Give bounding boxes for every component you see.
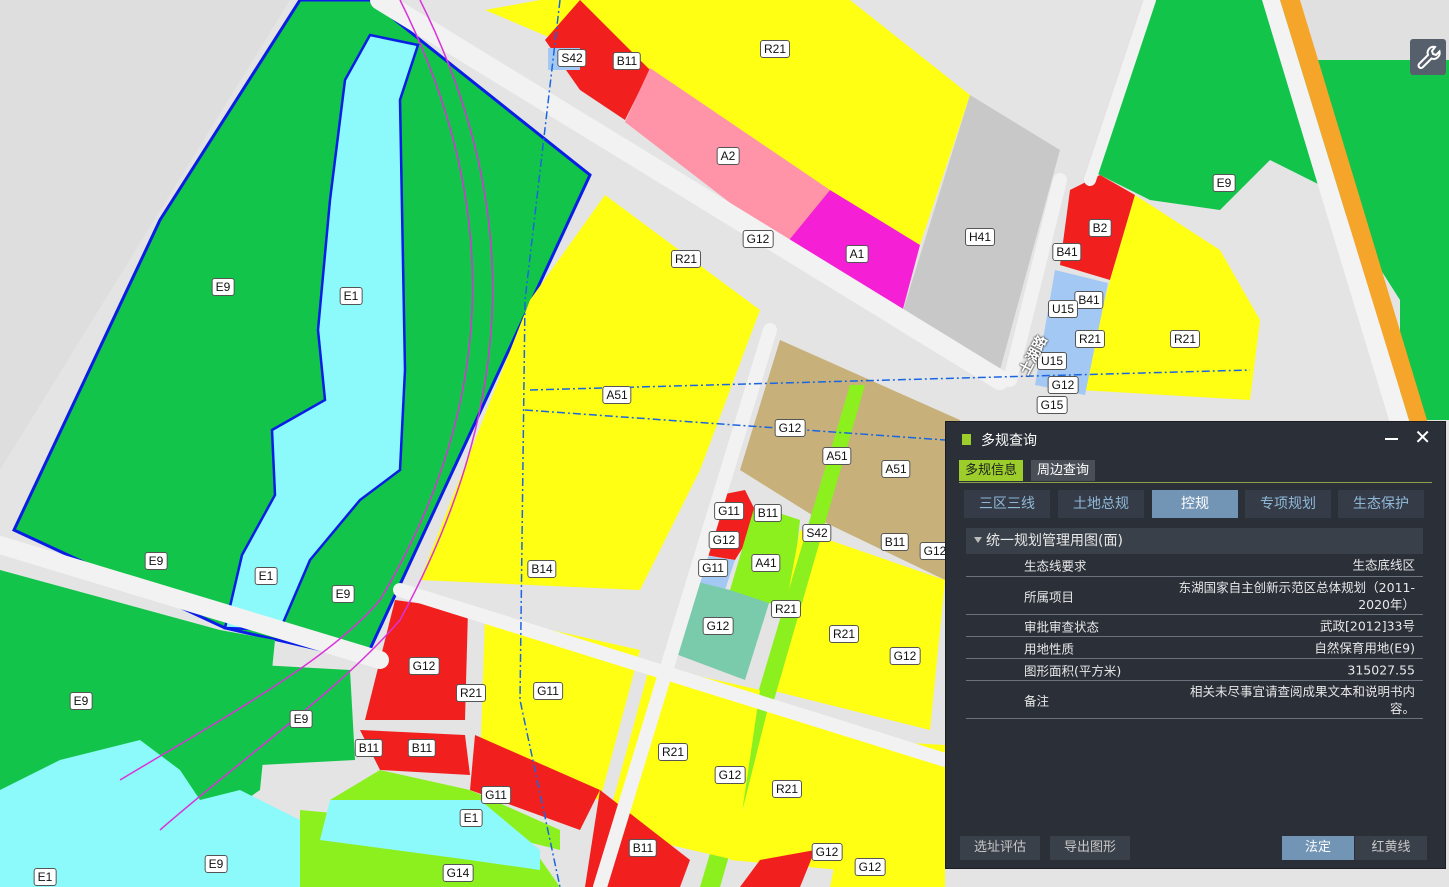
zone-label-g11: G11 (481, 786, 511, 804)
zone-label-g14: G14 (442, 864, 474, 882)
tab-multi-plan-info[interactable]: 多规信息 (959, 460, 1024, 481)
site-evaluation-button[interactable]: 选址评估 (960, 836, 1040, 860)
zone-label-a51: A51 (881, 460, 911, 478)
zone-label-e9: E9 (69, 692, 93, 710)
zone-label-a51: A51 (602, 386, 632, 404)
attr-row: 用地性质 自然保育用地(E9) (966, 637, 1423, 659)
export-shape-button[interactable]: 导出图形 (1050, 836, 1130, 860)
zone-label-e9: E9 (289, 710, 313, 728)
zone-label-g11: G11 (698, 559, 728, 577)
zone-label-b2: B2 (1088, 219, 1112, 237)
zone-label-g11: G11 (533, 682, 563, 700)
tab-divider (959, 482, 1432, 483)
attr-row: 生态线要求 生态底线区 (966, 554, 1423, 577)
close-icon[interactable]: ✕ (1414, 426, 1431, 448)
subtab-eco-protection[interactable]: 生态保护 (1338, 490, 1424, 518)
zone-label-r21: R21 (771, 780, 803, 798)
zone-label-g12: G12 (774, 419, 806, 437)
tab-nearby-query[interactable]: 周边查询 (1031, 460, 1096, 481)
attr-row: 备注 相关未尽事宜请查阅成果文本和说明书内容。 (966, 681, 1423, 719)
attr-row: 所属项目 东湖国家自主创新示范区总体规划（2011-2020年） (966, 577, 1423, 615)
zone-label-h41: H41 (964, 228, 996, 246)
wrench-icon (1417, 45, 1441, 69)
zone-label-a1: A1 (845, 245, 869, 263)
attr-value: 相关未尽事宜请查阅成果文本和说明书内容。 (1189, 683, 1415, 716)
zone-label-e9: E9 (204, 855, 228, 873)
attr-value: 武政[2012]33号 (1320, 618, 1415, 633)
zone-label-g12: G12 (708, 531, 740, 549)
red-yellow-line-toggle[interactable]: 红黄线 (1355, 836, 1427, 860)
attr-key: 备注 (1024, 693, 1050, 708)
zone-label-g11: G11 (714, 502, 744, 520)
statutory-toggle[interactable]: 法定 (1282, 836, 1354, 860)
zone-label-r21: R21 (455, 684, 487, 702)
zone-label-g12: G12 (742, 230, 774, 248)
zone-label-g12: G12 (811, 843, 843, 861)
attr-value: 自然保育用地(E9) (1314, 640, 1415, 655)
zone-label-e9: E9 (144, 552, 168, 570)
zone-label-r21: R21 (670, 250, 702, 268)
zone-label-r21: R21 (1074, 330, 1106, 348)
section-title: 统一规划管理用图(面) (986, 533, 1123, 549)
attr-value: 东湖国家自主创新示范区总体规划（2011-2020年） (1178, 579, 1415, 612)
zone-label-b11: B11 (354, 739, 384, 757)
zone-label-g12: G12 (702, 617, 734, 635)
zone-label-g12: G12 (854, 858, 886, 876)
zone-label-e1: E1 (254, 567, 278, 585)
panel-icon (962, 434, 971, 445)
subtab-special-plan[interactable]: 专项规划 (1245, 490, 1331, 518)
zone-label-r21: R21 (770, 600, 802, 618)
attr-row: 审批审查状态 武政[2012]33号 (966, 615, 1423, 637)
zone-label-b14: B14 (527, 560, 557, 578)
zone-label-r21: R21 (1169, 330, 1201, 348)
attr-key: 用地性质 (1024, 641, 1075, 656)
zone-label-b11: B11 (407, 739, 437, 757)
attr-key: 所属项目 (1024, 589, 1075, 604)
attr-value: 生态底线区 (1352, 557, 1415, 573)
zone-label-e9: E9 (1212, 174, 1236, 192)
zone-label-g12: G12 (408, 657, 440, 675)
panel-title: 多规查询 (981, 433, 1037, 449)
zone-label-s42: S42 (802, 524, 832, 542)
collapse-triangle-icon (974, 537, 982, 543)
subtab-regulatory-plan[interactable]: 控规 (1152, 490, 1238, 518)
zone-label-b41: B41 (1074, 291, 1104, 309)
minimize-icon[interactable] (1383, 429, 1401, 447)
multi-plan-query-panel: 多规查询 ✕ 多规信息 周边查询 三区三线 土地总规 控规 专项规划 生态保护 … (945, 421, 1446, 869)
zone-label-g12: G12 (1047, 376, 1079, 394)
zone-label-e9: E9 (331, 585, 355, 603)
tool-button[interactable] (1410, 39, 1446, 75)
zone-label-g12: G12 (714, 766, 746, 784)
zone-label-r21: R21 (828, 625, 860, 643)
zone-label-b11: B11 (753, 504, 783, 522)
section-header[interactable]: 统一规划管理用图(面) (966, 528, 1423, 554)
zone-label-r21: R21 (657, 743, 689, 761)
zone-label-s42: S42 (557, 49, 587, 67)
zone-label-a51: A51 (822, 447, 852, 465)
attr-row: 图形面积(平方米) 315027.55 (966, 659, 1423, 681)
zone-label-b11: B11 (612, 52, 642, 70)
zone-label-b41: B41 (1052, 243, 1082, 261)
attr-key: 审批审查状态 (1024, 619, 1100, 634)
zone-label-e9: E9 (211, 278, 235, 296)
zone-label-a2: A2 (716, 147, 740, 165)
zone-label-a41: A41 (751, 554, 781, 572)
zone-label-u15: U15 (1047, 300, 1079, 318)
attr-value: 315027.55 (1347, 662, 1415, 677)
zone-label-e1: E1 (33, 868, 57, 886)
zone-label-e1: E1 (339, 287, 363, 305)
attr-key: 生态线要求 (1024, 558, 1087, 574)
zone-label-b11: B11 (628, 839, 658, 857)
zone-label-e1: E1 (459, 809, 483, 827)
panel-header: 多规查询 ✕ (946, 422, 1445, 456)
zone-label-b11: B11 (880, 533, 910, 551)
subtab-three-zones[interactable]: 三区三线 (964, 490, 1050, 518)
zone-label-g15: G15 (1036, 396, 1068, 414)
attr-key: 图形面积(平方米) (1024, 663, 1122, 678)
zone-label-g12: G12 (889, 647, 921, 665)
zone-label-r21: R21 (759, 40, 791, 58)
subtab-land-master-plan[interactable]: 土地总规 (1058, 490, 1144, 518)
